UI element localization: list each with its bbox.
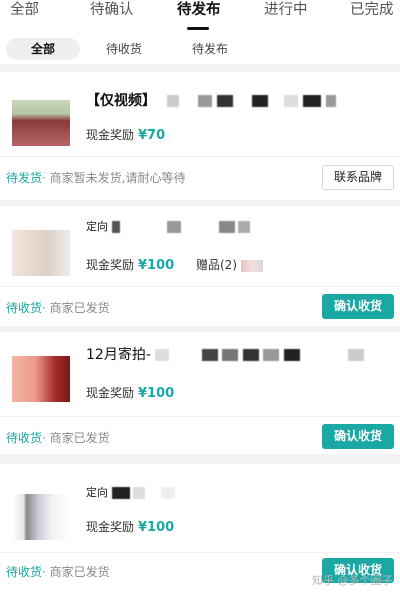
confirm-receipt-button[interactable]: 确认收货 [322,294,394,319]
tab-all[interactable]: 全部 [10,0,39,19]
product-thumbnail [12,230,70,276]
order-title: 定向 [86,484,175,500]
product-thumbnail [12,356,70,402]
order-card[interactable]: 12月寄拍- 现金奖励 ¥100 待收货· 商家已发货 确认收货 [0,332,400,454]
tab-in-progress[interactable]: 进行中 [264,0,308,19]
top-tab-bar: 全部 待确认 待发布 进行中 已完成 [0,0,400,34]
order-title: 定向 [86,218,250,234]
cash-reward: 现金奖励 ¥100 [86,386,175,401]
subtab-all[interactable]: 全部 [6,38,80,60]
order-status: 待发货· 商家暂未发货,请耐心等待 [6,171,186,185]
order-card[interactable]: 定向 现金奖励 ¥100 赠品(2) 待收货· 商家已发货 确认收货 [0,206,400,326]
divider [0,552,400,553]
gift-info: 赠品(2) [196,256,263,273]
order-status: 待收货· 商家已发货 [6,431,110,445]
confirm-receipt-button[interactable]: 确认收货 [322,424,394,449]
cash-reward: 现金奖励 ¥100 [86,520,175,535]
tab-to-confirm[interactable]: 待确认 [90,0,134,19]
tab-to-publish[interactable]: 待发布 [177,0,221,19]
divider [0,156,400,157]
watermark: 知乎 @多个圈子 [312,574,393,587]
divider [0,416,400,417]
order-status: 待收货· 商家已发货 [6,565,110,579]
order-title: 【仅视频】 [86,90,337,110]
cash-reward: 现金奖励 ¥70 [86,128,166,143]
gift-thumbnail [241,259,263,272]
order-status: 待收货· 商家已发货 [6,301,110,315]
reward-amount: ¥100 [138,386,175,401]
cash-reward: 现金奖励 ¥100 [86,258,175,273]
divider [0,286,400,287]
subtab-to-publish[interactable]: 待发布 [182,38,238,60]
sub-tab-bar: 全部 待收货 待发布 [0,34,400,64]
tab-completed[interactable]: 已完成 [350,0,394,19]
active-tab-indicator [187,27,209,30]
reward-amount: ¥100 [138,258,175,273]
contact-brand-button[interactable]: 联系品牌 [322,165,394,190]
product-thumbnail [12,100,70,146]
order-card[interactable]: 【仅视频】 现金奖励 ¥70 待发货· 商家暂未发货,请耐心等待 联系品牌 [0,72,400,200]
product-thumbnail [12,494,70,540]
reward-amount: ¥100 [138,520,175,535]
subtab-to-receive[interactable]: 待收货 [96,38,152,60]
reward-amount: ¥70 [138,128,166,143]
order-title: 12月寄拍- [86,344,365,364]
